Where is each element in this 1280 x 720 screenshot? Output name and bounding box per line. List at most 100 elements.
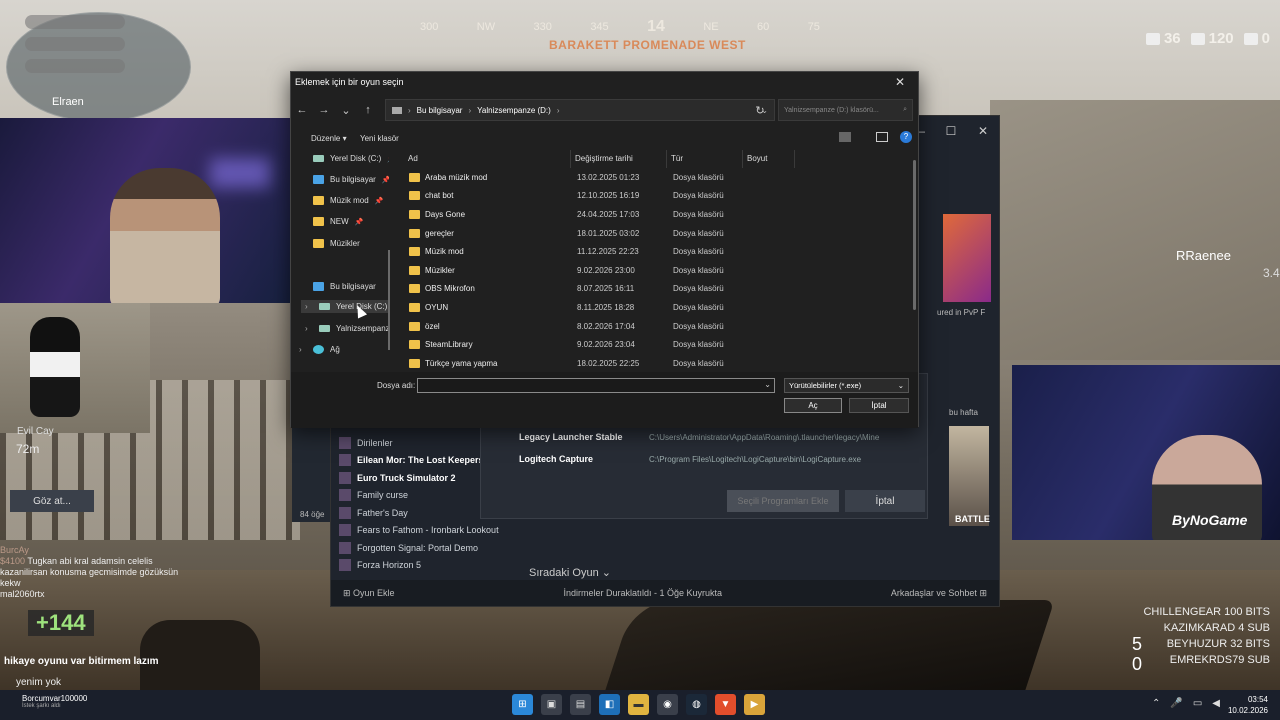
new-folder-button[interactable]: Yeni klasör [360, 134, 399, 143]
start-icon[interactable]: ⊞ [512, 694, 533, 715]
featured-game-art[interactable] [943, 214, 991, 302]
add-game-button[interactable]: ⊞ Oyun Ekle [343, 588, 395, 599]
folder-icon [409, 247, 420, 257]
recent-chevron-icon[interactable]: ⌄ [335, 104, 357, 117]
location-label: BARAKETT PROMENADE WEST [549, 38, 746, 52]
address-bar[interactable]: › Bu bilgisayar › Yalnizsempanze (D:) › … [385, 99, 775, 121]
program-row[interactable]: Logitech Capture C:\Program Files\Logite… [519, 454, 861, 464]
file-row[interactable]: OYUN 8.11.2025 18:28 Dosya klasörü [401, 298, 906, 317]
compass-tick: 345 [590, 21, 609, 33]
clock[interactable]: 03:54 10.02.2026 [1228, 694, 1268, 716]
chevron-up-icon[interactable]: ⌃ [1152, 698, 1160, 709]
view-options-icon[interactable] [839, 132, 851, 142]
back-arrow-icon[interactable]: ← [291, 104, 313, 116]
chat-username: BurcAy [0, 545, 29, 555]
chevron-right-icon: › [468, 105, 472, 115]
file-row[interactable]: Müzik mod 11.12.2025 22:23 Dosya klasörü [401, 242, 906, 261]
nav-item[interactable]: › Ağ [299, 345, 340, 354]
nav-item[interactable]: NEW 📌 [313, 217, 363, 226]
steam-icon[interactable]: ◍ [686, 694, 707, 715]
nav-item[interactable]: Yerel Disk (C:)📌 [313, 154, 389, 163]
support-leaderboard: CHILLENGEAR 100 BITS KAZIMKARAD 4 SUB BE… [1143, 604, 1270, 668]
app-icon[interactable]: ▶ [744, 694, 765, 715]
player-tag-evil-cay: Evil Cay [17, 426, 54, 437]
hud-stat: 36 [1145, 30, 1181, 47]
store-icon[interactable]: ◧ [599, 694, 620, 715]
help-icon[interactable]: ? [900, 131, 912, 143]
filename-input[interactable]: ⌄ [417, 378, 775, 393]
file-row[interactable]: Müzikler 9.02.2026 23:00 Dosya klasörü [401, 261, 906, 280]
open-button[interactable]: Aç [784, 398, 842, 413]
game-art[interactable] [949, 426, 989, 526]
library-item[interactable]: Forza Horizon 5 [339, 557, 509, 575]
file-row[interactable]: Araba müzik mod 13.02.2025 01:23 Dosya kla… [401, 168, 906, 187]
nav-scrollbar[interactable] [388, 250, 390, 350]
up-arrow-icon[interactable]: ↑ [357, 104, 379, 116]
folder-icon [409, 172, 420, 182]
microphone-icon[interactable]: 🎤 [1170, 698, 1182, 709]
maximize-icon[interactable]: ☐ [935, 116, 967, 146]
file-row[interactable]: OBS Mikrofon 8.07.2025 16:11 Dosya klasörü [401, 280, 906, 299]
nav-item[interactable]: Müzikler [313, 239, 360, 248]
filetype-select[interactable]: Yürütülebilirler (*.exe) ⌄ [784, 378, 909, 393]
file-explorer-icon[interactable]: ▬ [628, 694, 649, 715]
add-dialog-cancel-button[interactable]: İptal [845, 490, 925, 512]
column-date[interactable]: Değiştirme tarihi [571, 150, 667, 168]
library-item[interactable]: Fears to Fathom - Ironbark Lookout [339, 522, 509, 540]
preview-pane-icon[interactable] [876, 132, 888, 142]
streamer [110, 168, 220, 303]
folder-icon [409, 265, 420, 275]
task-view-icon[interactable]: ▣ [541, 694, 562, 715]
refresh-icon[interactable]: ↻ [749, 99, 771, 121]
nav-item[interactable]: Bu bilgisayar 📌 [313, 175, 389, 184]
downloads-status[interactable]: İndirmeler Duraklatıldı - 1 Öğe Kuyrukta [563, 588, 722, 598]
breadcrumb-item[interactable]: Bu bilgisayar [417, 106, 463, 115]
leaderboard-entry: EMREKRDS79 SUB [1169, 654, 1270, 666]
close-icon[interactable]: ✕ [967, 116, 999, 146]
cancel-button[interactable]: İptal [849, 398, 909, 413]
folder-icon [313, 196, 324, 205]
chat-message: $4100 Tugkan abi kral adamsin celelis ka… [0, 556, 179, 588]
network-icon[interactable]: ▭ [1193, 698, 1202, 709]
column-size[interactable]: Boyut [743, 150, 795, 168]
drive-icon [392, 106, 402, 114]
browse-button[interactable]: Göz at... [10, 490, 94, 512]
column-type[interactable]: Tür [667, 150, 743, 168]
obs-icon[interactable]: ◉ [657, 694, 678, 715]
forward-arrow-icon[interactable]: → [313, 104, 335, 116]
folder-icon [409, 209, 420, 219]
file-list-scrollbar[interactable] [913, 160, 916, 310]
dialog-titlebar: Eklemek için bir oyun seçin ✕ [291, 72, 918, 92]
nav-item[interactable]: Müzik mod 📌 [313, 196, 383, 205]
column-name[interactable]: Ad [401, 150, 571, 168]
volume-icon[interactable]: ◀ [1212, 698, 1220, 709]
filename-label: Dosya adı: [377, 381, 416, 390]
chat-message: hikaye oyunu var bitirmem lazım [4, 656, 159, 667]
nav-item[interactable]: Bu bilgisayar [313, 282, 376, 291]
file-row[interactable]: özel 8.02.2026 17:04 Dosya klasörü [401, 317, 906, 336]
organize-menu[interactable]: Düzenle ▾ [311, 134, 347, 143]
game-wall [990, 100, 1280, 360]
brave-browser-icon[interactable]: ▼ [715, 694, 736, 715]
library-item[interactable]: Forgotten Signal: Portal Demo [339, 539, 509, 557]
breadcrumb-item[interactable]: Yalnizsempanze (D:) [477, 106, 551, 115]
next-game-header[interactable]: Sıradaki Oyun ⌄ [529, 566, 611, 579]
brand-logo: ByNoGame [1172, 512, 1248, 528]
nav-item[interactable]: ›Yalnizsempanze (D:) [305, 324, 389, 333]
game-art-title: BATTLE [955, 514, 990, 524]
file-row[interactable]: gereçler 18.01.2025 03:02 Dosya klasörü [401, 224, 906, 243]
widgets-icon[interactable]: ▤ [570, 694, 591, 715]
close-icon[interactable]: ✕ [890, 75, 910, 89]
search-input[interactable]: Yalnizsempanze (D:) klasörü... ⌕ [778, 99, 913, 121]
file-row[interactable]: Days Gone 24.04.2025 17:03 Dosya klasörü [401, 205, 906, 224]
navigation-bar: ← → ⌄ ↑ › Bu bilgisayar › Yalnizsempanze… [291, 96, 918, 124]
nav-item-selected[interactable]: › Yerel Disk (C:) [301, 300, 389, 313]
program-row[interactable]: Legacy Launcher Stable C:\Users\Administ… [519, 432, 879, 442]
file-row[interactable]: chat bot 12.10.2025 16:19 Dosya klasörü [401, 187, 906, 206]
friends-chat-button[interactable]: Arkadaşlar ve Sohbet ⊞ [891, 588, 987, 599]
file-row[interactable]: SteamLibrary 9.02.2026 23:04 Dosya klasörü [401, 335, 906, 354]
add-selected-button[interactable]: Seçili Programları Ekle [727, 490, 839, 512]
file-row[interactable]: Türkçe yama yapma 18.02.2025 22:25 Dosya k… [401, 354, 906, 370]
chevron-down-icon[interactable]: ⌄ [764, 380, 771, 389]
folder-icon [409, 321, 420, 331]
